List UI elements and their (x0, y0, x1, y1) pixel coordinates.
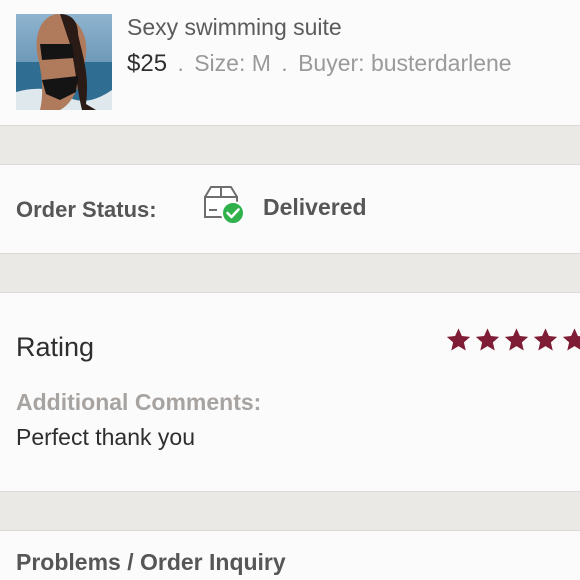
product-size: Size: M (194, 50, 271, 76)
product-title[interactable]: Sexy swimming suite (127, 14, 342, 41)
rating-stars (444, 326, 580, 354)
product-price: $25 (127, 50, 168, 77)
star-icon (504, 328, 529, 351)
additional-comments-text: Perfect thank you (16, 424, 195, 450)
order-status-label: Order Status: (16, 197, 157, 222)
order-inquiry-link[interactable]: Problems / Order Inquiry (16, 549, 286, 576)
product-meta: $25 . Size: M . Buyer: busterdarlene (127, 50, 512, 78)
star-icon (446, 328, 471, 351)
star-icon (475, 328, 500, 351)
order-status-value: Delivered (263, 194, 367, 220)
order-details-page: Sexy swimming suite $25 . Size: M . Buye… (0, 0, 580, 580)
additional-comments-label: Additional Comments: (16, 389, 262, 415)
product-image (16, 14, 112, 110)
meta-separator: . (281, 50, 288, 76)
star-icon (533, 328, 558, 351)
meta-separator: . (177, 50, 184, 76)
star-icon (562, 328, 580, 351)
buyer-name[interactable]: Buyer: busterdarlene (298, 50, 512, 76)
rating-title: Rating (16, 332, 95, 362)
package-delivered-icon (201, 185, 247, 227)
product-thumbnail[interactable] (16, 14, 112, 110)
